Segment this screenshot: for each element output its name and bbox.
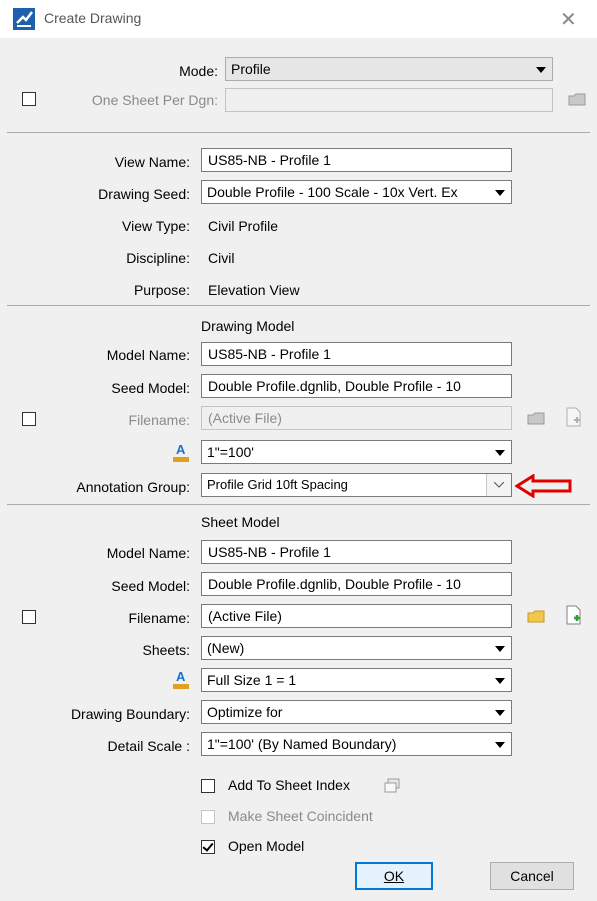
sheet-filename-label: Filename: (128, 610, 190, 626)
close-icon[interactable]: ✕ (560, 7, 577, 32)
annotation-group-select[interactable]: Profile Grid 10ft Spacing (201, 473, 512, 497)
drawing-seed-model-label: Seed Model: (111, 380, 190, 396)
cancel-button-label: Cancel (510, 868, 554, 884)
chevron-down-icon (495, 190, 505, 196)
sheet-seed-model-label: Seed Model: (111, 578, 190, 594)
purpose-label: Purpose: (133, 282, 190, 298)
make-sheet-coincident-checkbox (201, 810, 215, 824)
red-arrow-annotation (515, 474, 572, 498)
one-sheet-checkbox[interactable] (22, 92, 36, 106)
drawing-seed-model-field[interactable]: Double Profile.dgnlib, Double Profile - … (201, 374, 512, 398)
chevron-down-icon (495, 646, 505, 652)
chevron-down-icon (495, 678, 505, 684)
drawing-seed-select[interactable]: Double Profile - 100 Scale - 10x Vert. E… (201, 180, 512, 204)
sheet-seed-model-field[interactable]: Double Profile.dgnlib, Double Profile - … (201, 572, 512, 596)
annotation-scale-icon: A (173, 442, 189, 462)
detail-scale-label: Detail Scale : (107, 738, 190, 754)
folder-icon[interactable] (527, 610, 545, 623)
mode-value: Profile (231, 61, 271, 77)
view-type-value: Civil Profile (208, 218, 279, 234)
chevron-down-icon (495, 710, 505, 716)
ok-button[interactable]: OK (355, 862, 433, 890)
drawing-annotation-scale-select[interactable]: 1"=100' (201, 440, 512, 464)
drawing-annotation-scale-value: 1"=100' (207, 444, 254, 460)
detail-scale-value: 1"=100' (By Named Boundary) (207, 736, 397, 752)
sheets-value: (New) (207, 640, 245, 656)
sheet-model-name-input[interactable]: US85-NB - Profile 1 (201, 540, 512, 564)
new-file-icon[interactable] (566, 605, 582, 625)
drawing-filename-field: (Active File) (201, 406, 512, 430)
drawing-model-heading: Drawing Model (201, 318, 295, 334)
drawing-filename-checkbox[interactable] (22, 412, 36, 426)
svg-text:A: A (176, 442, 186, 457)
view-type-label: View Type: (122, 218, 190, 234)
annotation-group-value: Profile Grid 10ft Spacing (207, 477, 348, 492)
sheet-model-name-label: Model Name: (106, 545, 190, 561)
mode-label: Mode: (179, 63, 218, 79)
sheet-annotation-scale-select[interactable]: Full Size 1 = 1 (201, 668, 512, 692)
make-sheet-coincident-label: Make Sheet Coincident (228, 808, 373, 824)
mode-select[interactable]: Profile (225, 57, 553, 81)
drawing-filename-label: Filename: (128, 412, 190, 428)
sheet-model-heading: Sheet Model (201, 514, 280, 530)
discipline-label: Discipline: (126, 250, 190, 266)
dropdown-button[interactable] (486, 474, 511, 496)
discipline-value: Civil (208, 250, 235, 266)
drawing-model-name-label: Model Name: (106, 347, 190, 363)
folder-icon (527, 412, 545, 425)
one-sheet-label: One Sheet Per Dgn: (91, 92, 218, 108)
sheet-annotation-scale-value: Full Size 1 = 1 (207, 672, 297, 688)
ok-button-label: OK (383, 868, 405, 884)
one-sheet-field (225, 88, 553, 112)
sheet-filename-field[interactable]: (Active File) (201, 604, 512, 628)
drawing-seed-label: Drawing Seed: (98, 186, 190, 202)
view-name-input[interactable]: US85-NB - Profile 1 (201, 148, 512, 172)
drawing-boundary-value: Optimize for (207, 704, 283, 720)
cancel-button[interactable]: Cancel (490, 862, 574, 890)
drawing-seed-value: Double Profile - 100 Scale - 10x Vert. E… (207, 184, 458, 200)
chevron-down-icon (536, 67, 546, 73)
annotation-scale-icon: A (173, 669, 189, 689)
window-title: Create Drawing (44, 10, 142, 26)
drawing-model-name-input[interactable]: US85-NB - Profile 1 (201, 342, 512, 366)
add-to-sheet-index-label: Add To Sheet Index (228, 777, 350, 793)
chevron-down-icon (494, 482, 504, 488)
folder-icon (568, 93, 586, 106)
sheet-filename-checkbox[interactable] (22, 610, 36, 624)
sheets-label: Sheets: (142, 642, 190, 658)
app-icon (13, 8, 35, 30)
purpose-value: Elevation View (208, 282, 300, 298)
chevron-down-icon (495, 742, 505, 748)
view-name-label: View Name: (114, 154, 190, 170)
sheet-index-icon[interactable] (383, 778, 401, 794)
open-model-label: Open Model (228, 838, 305, 854)
open-model-checkbox[interactable] (201, 840, 215, 854)
svg-text:A: A (176, 669, 186, 684)
drawing-boundary-label: Drawing Boundary: (70, 706, 190, 722)
annotation-group-label: Annotation Group: (76, 479, 190, 495)
sheets-select[interactable]: (New) (201, 636, 512, 660)
drawing-boundary-select[interactable]: Optimize for (201, 700, 512, 724)
chevron-down-icon (495, 450, 505, 456)
detail-scale-select[interactable]: 1"=100' (By Named Boundary) (201, 732, 512, 756)
add-to-sheet-index-checkbox[interactable] (201, 779, 215, 793)
new-file-icon (566, 407, 581, 427)
